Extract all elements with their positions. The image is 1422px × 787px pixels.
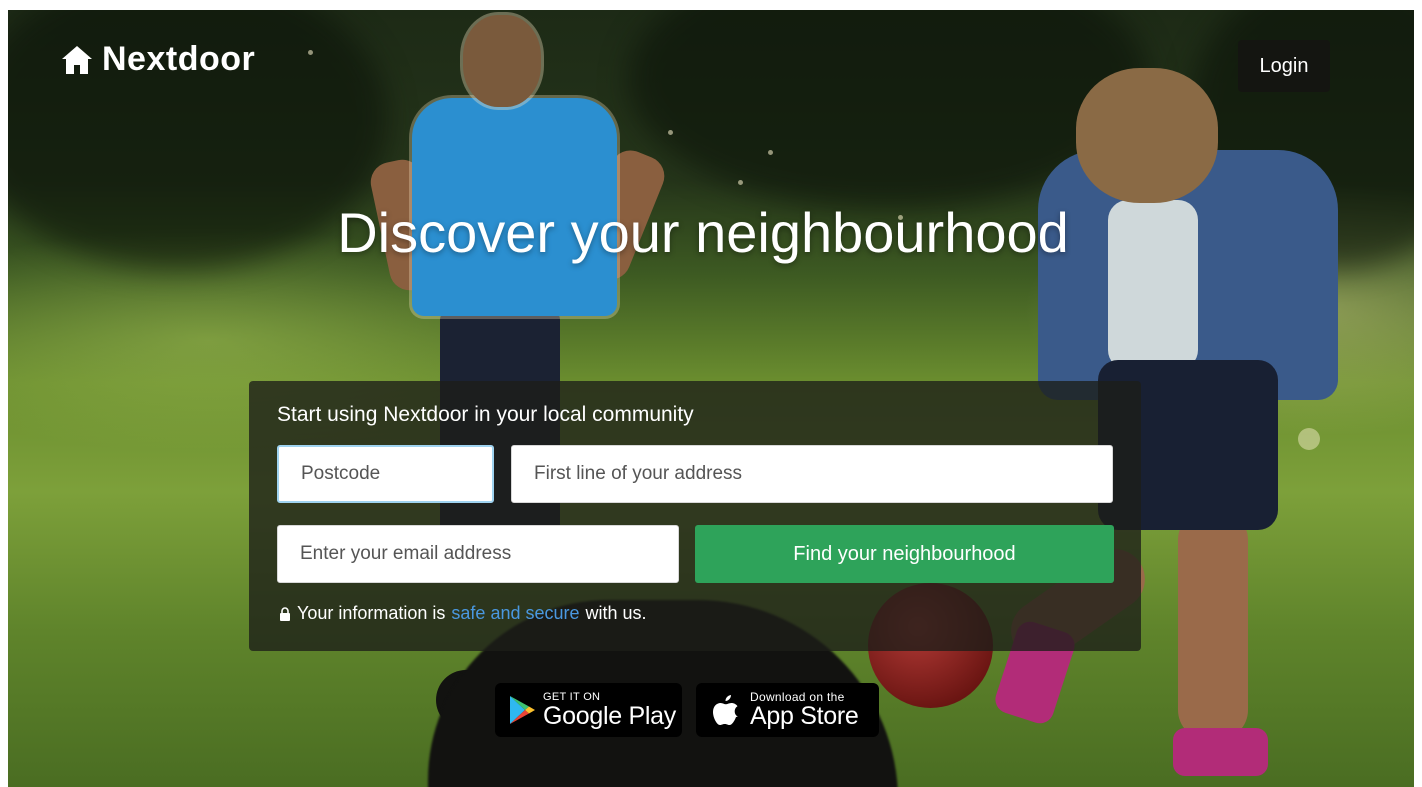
google-play-icon [510,696,535,724]
safe-and-secure-link[interactable]: safe and secure [451,603,579,624]
house-icon [62,45,92,74]
app-store-big-text: App Store [750,702,859,730]
brand-name: Nextdoor [102,40,256,78]
hero-headline: Discover your neighbourhood [337,201,1069,264]
signup-title: Start using Nextdoor in your local commu… [277,403,694,426]
signup-panel: Start using Nextdoor in your local commu… [249,381,1141,651]
security-text-suffix: with us. [585,603,647,623]
google-play-badge[interactable]: GET IT ON Google Play [495,683,682,737]
address-input[interactable] [511,445,1113,503]
hero-background: Nextdoor Login Discover your neighbourho… [8,10,1414,787]
postcode-input[interactable] [277,445,494,503]
nextdoor-logo[interactable]: Nextdoor [60,40,255,79]
lock-icon [280,606,290,621]
email-input[interactable] [277,525,679,583]
app-store-badge[interactable]: Download on the App Store [696,683,879,737]
find-neighbourhood-button[interactable]: Find your neighbourhood [695,525,1114,583]
security-text-prefix: Your information is [297,603,446,623]
security-note: Your information is safe and secure with… [279,603,647,624]
google-play-big-text: Google Play [543,702,676,730]
apple-icon [713,695,738,725]
login-button[interactable]: Login [1238,40,1330,92]
